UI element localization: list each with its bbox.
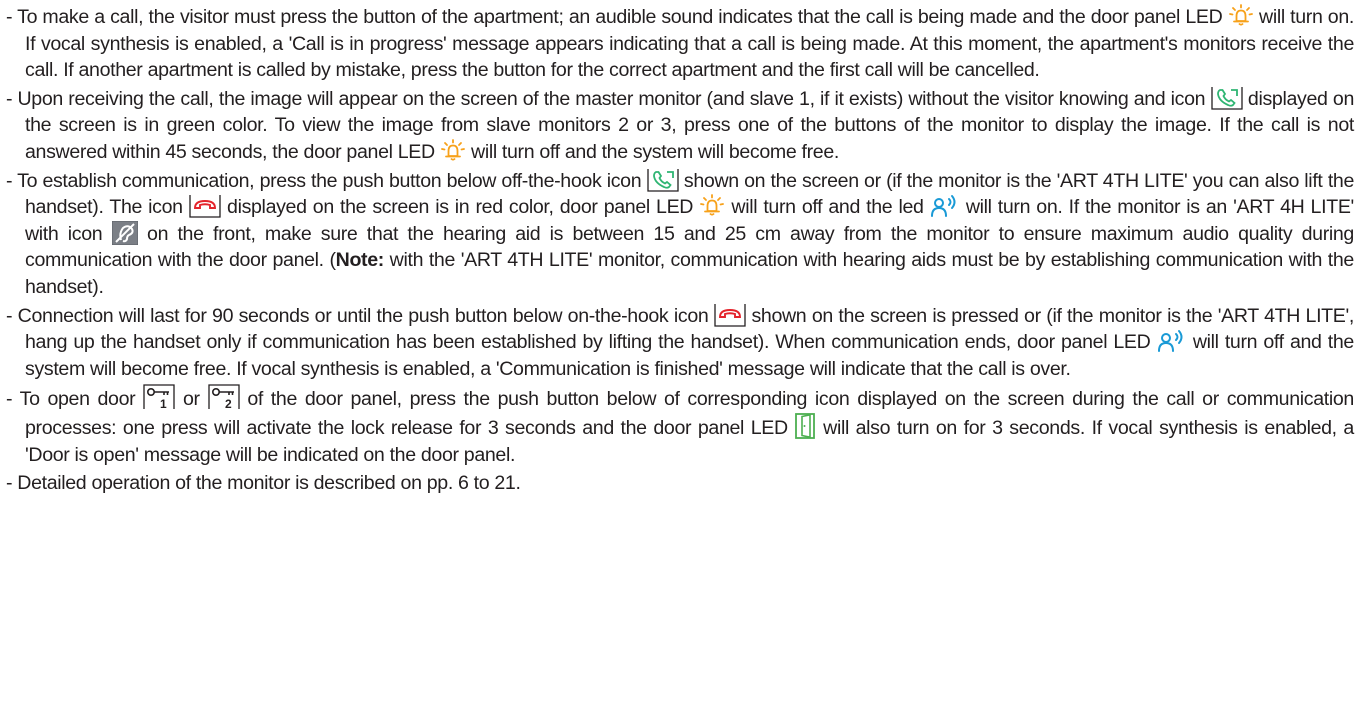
instruction-page: - To make a call, the visitor must press… (0, 0, 1368, 702)
door-open-led-icon (794, 413, 816, 439)
speak-led-icon (1157, 329, 1187, 353)
text-segment: displayed on the screen is in red color,… (227, 196, 694, 219)
text-segment: will turn off and the system will become… (471, 140, 839, 163)
text-segment: - To establish communication, press the … (6, 169, 642, 192)
phone-off-hook-icon (646, 168, 679, 192)
text-segment: will turn off and the led (731, 196, 924, 219)
speak-led-icon (930, 194, 960, 218)
bell-led-icon (699, 194, 725, 218)
paragraph-connection-duration: - Connection will last for 90 seconds or… (6, 303, 1354, 383)
paragraph-open-door: - To open door 1 or 2 of the door panel,… (6, 384, 1354, 468)
text-segment: - Detailed operation of the monitor is d… (6, 472, 521, 495)
paragraph-detailed-operation: - Detailed operation of the monitor is d… (6, 470, 1354, 497)
bell-led-icon (440, 139, 466, 163)
phone-on-hook-icon (714, 303, 746, 327)
text-segment: - To open door (6, 388, 136, 411)
text-segment: - Connection will last for 90 seconds or… (6, 304, 709, 327)
door-1-key-icon: 1 (143, 384, 175, 410)
phone-off-hook-icon (1210, 86, 1243, 110)
hearing-aid-icon (111, 220, 138, 245)
text-segment: or (182, 388, 200, 411)
bell-led-icon (1228, 4, 1254, 28)
text-segment: - Upon receiving the call, the image wil… (6, 87, 1206, 110)
note-label: Note: (335, 249, 385, 272)
paragraph-make-call: - To make a call, the visitor must press… (6, 4, 1354, 84)
door-2-number: 2 (225, 397, 232, 410)
door-1-number: 1 (160, 397, 167, 410)
door-2-key-icon: 2 (207, 384, 240, 410)
text-segment: - To make a call, the visitor must press… (6, 6, 1223, 28)
paragraph-establish-communication: - To establish communication, press the … (6, 168, 1354, 301)
phone-on-hook-icon (189, 194, 221, 218)
paragraph-receive-call: - Upon receiving the call, the image wil… (6, 86, 1354, 166)
